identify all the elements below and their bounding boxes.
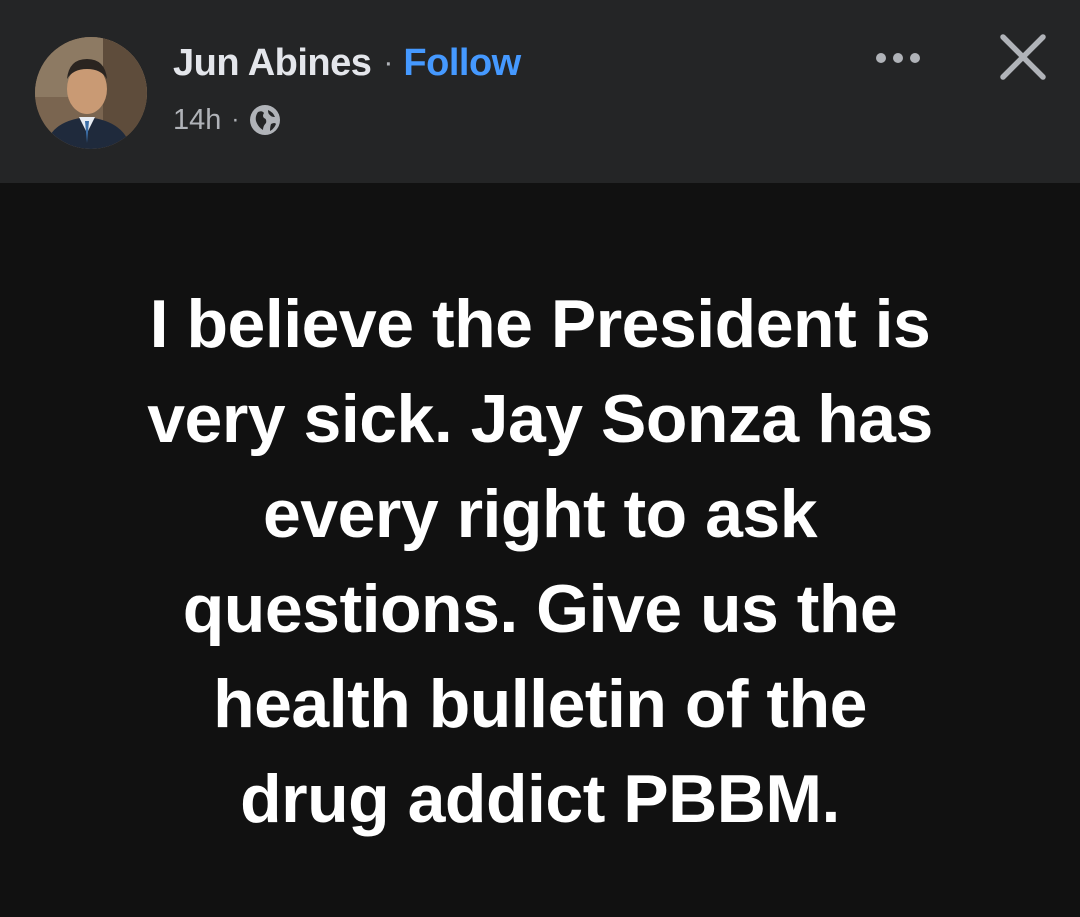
post-text: I believe the President is very sick. Ja… [40,277,1040,847]
author-avatar[interactable] [35,37,147,149]
post-text-line: questions. Give us the [182,571,898,647]
author-line: Jun Abines · Follow [173,38,521,88]
post-text-line: health bulletin of the [213,666,867,742]
follow-button[interactable]: Follow [403,42,521,85]
more-options-button[interactable] [864,38,934,78]
avatar-photo [35,37,147,149]
post-meta: 14h · [173,100,281,140]
separator-dot: · [383,46,394,79]
post-text-line: drug addict PBBM. [240,761,840,837]
post-body: I believe the President is very sick. Ja… [0,183,1080,917]
author-name[interactable]: Jun Abines [173,42,372,85]
post-timestamp[interactable]: 14h [173,104,221,137]
post-header: Jun Abines · Follow 14h · [0,0,1080,183]
close-icon [1000,34,1046,80]
post-text-line: I believe the President is [149,286,931,362]
more-options-icon [876,53,920,63]
close-button[interactable] [990,27,1056,87]
globe-icon[interactable] [249,104,281,136]
post-text-line: every right to ask [262,476,818,552]
meta-separator-dot: · [231,106,240,133]
post-text-line: very sick. Jay Sonza has [147,381,933,457]
